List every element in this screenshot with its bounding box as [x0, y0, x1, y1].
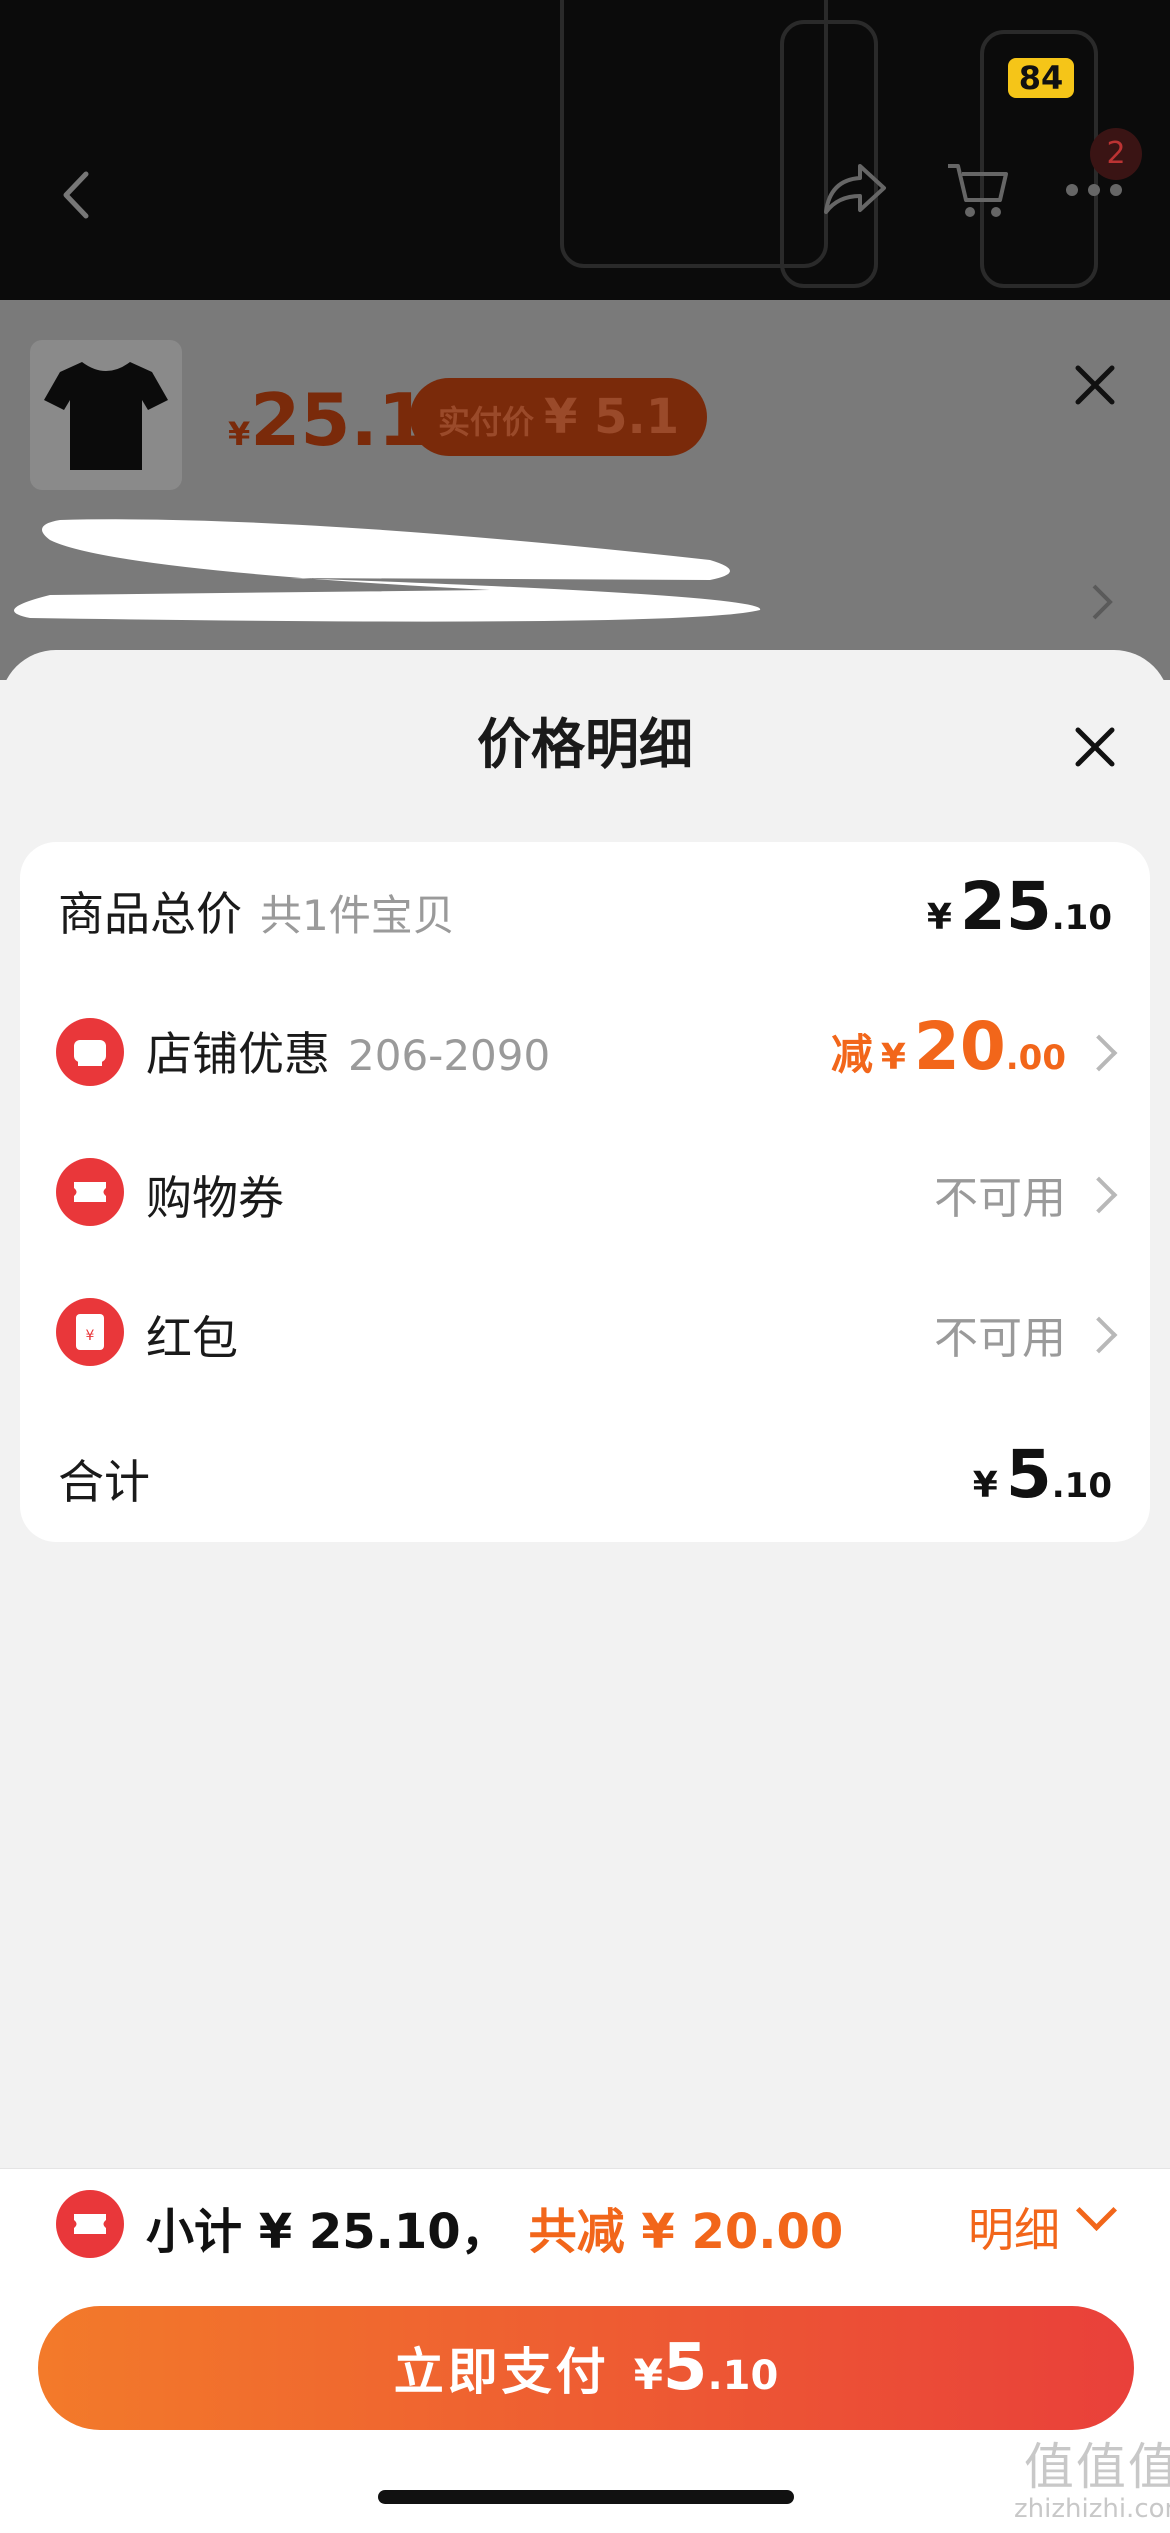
- goods-total-amount: ¥25.10: [926, 868, 1112, 945]
- close-icon[interactable]: [1070, 360, 1120, 410]
- row-store-discount[interactable]: 店铺优惠 206-2090: [146, 1018, 550, 1084]
- cart-count-badge: 2: [1090, 128, 1142, 180]
- close-icon[interactable]: [1070, 722, 1120, 772]
- chevron-right-icon: [1092, 584, 1113, 620]
- row-sub: 共1件宝贝: [260, 891, 455, 940]
- red-envelope-icon: ¥: [56, 1298, 124, 1366]
- row-goods-total: 商品总价 共1件宝贝: [58, 878, 455, 944]
- store-discount-amount: 减 ¥20.00: [830, 1008, 1066, 1085]
- store-icon: [56, 1018, 124, 1086]
- row-sub: 206-2090: [348, 1031, 551, 1080]
- row-coupon-label[interactable]: 购物券: [146, 1162, 284, 1228]
- subtotal-text: 小计 ¥ 25.10，: [146, 2204, 509, 2260]
- ticket-icon: [56, 1158, 124, 1226]
- subtotal-summary: 小计 ¥ 25.10， 共减 ¥ 20.00: [146, 2192, 843, 2262]
- coupon-status: 不可用: [934, 1173, 1066, 1224]
- share-icon[interactable]: [820, 160, 890, 220]
- activity-badge: 84: [1008, 58, 1074, 98]
- row-label: 商品总价: [58, 887, 242, 941]
- redaction-scribble: [14, 519, 761, 622]
- ticket-icon: [56, 2190, 124, 2258]
- cart-icon[interactable]: [944, 160, 1010, 222]
- sheet-title: 价格明细: [477, 713, 693, 776]
- watermark: 值值值 zhizhizhi.com: [1014, 2438, 1170, 2524]
- more-icon[interactable]: [1064, 180, 1124, 200]
- sku-price: ¥25.1: [228, 378, 428, 462]
- chevron-left-icon[interactable]: [56, 168, 96, 222]
- row-label: 店铺优惠: [146, 1027, 330, 1081]
- total-amount: ¥5.10: [972, 1436, 1112, 1513]
- row-red-packet-label[interactable]: 红包: [146, 1302, 238, 1368]
- tshirt-icon: [44, 362, 168, 470]
- home-indicator[interactable]: [378, 2490, 794, 2504]
- product-image-backdrop: [0, 0, 1170, 300]
- detail-toggle[interactable]: 明细: [968, 2194, 1060, 2260]
- discount-text: 共减 ¥ 20.00: [528, 2204, 844, 2260]
- row-total-label: 合计: [58, 1455, 150, 1509]
- product-thumbnail: [30, 340, 182, 490]
- pay-now-button[interactable]: 立即支付 ¥5.10: [38, 2306, 1134, 2430]
- svg-text:¥: ¥: [86, 1328, 95, 1344]
- paid-price-pill: 实付价 ¥ 5.1: [410, 378, 708, 456]
- red-packet-status: 不可用: [934, 1313, 1066, 1364]
